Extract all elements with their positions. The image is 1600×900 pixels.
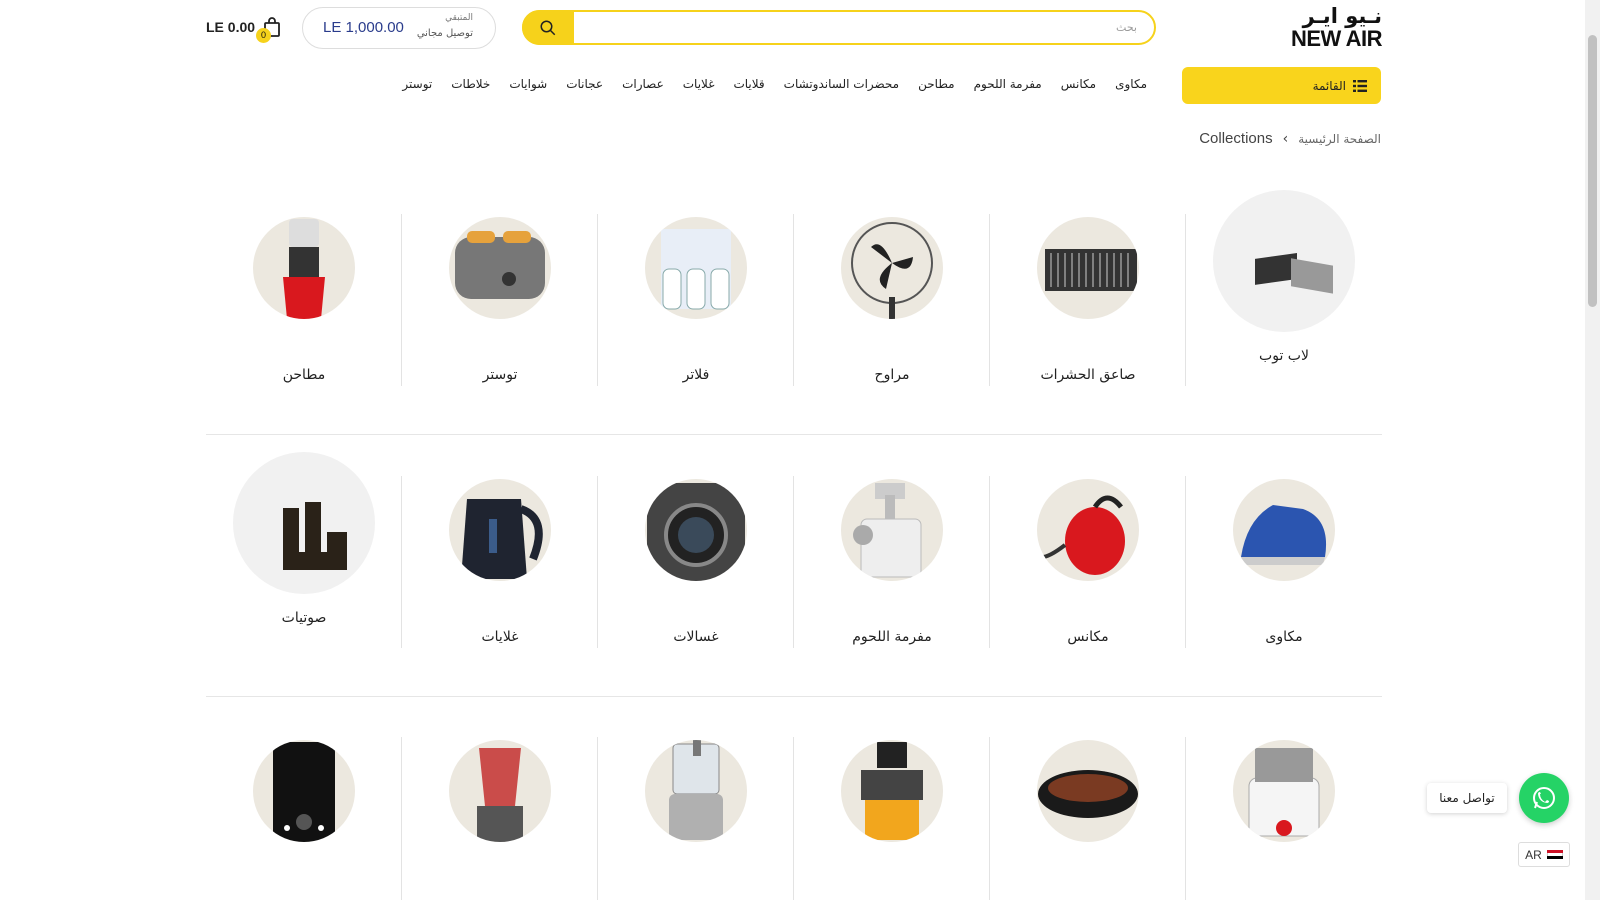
- column-separator: [793, 737, 794, 900]
- breadcrumb-current: Collections: [1199, 130, 1273, 147]
- water-heater-icon[interactable]: [253, 740, 355, 842]
- fan-icon[interactable]: [841, 217, 943, 319]
- nav-item[interactable]: قلايات: [733, 77, 764, 91]
- collection-title[interactable]: مفرمة اللحوم: [794, 629, 990, 645]
- egypt-flag-icon: [1546, 849, 1563, 860]
- nav-item[interactable]: مكانس: [1061, 77, 1096, 91]
- nav-item[interactable]: مكاوى: [1115, 77, 1147, 91]
- meat-grinder-icon[interactable]: [841, 479, 943, 581]
- nav-item[interactable]: عصارات: [622, 77, 664, 91]
- logo-arabic: نـيو ايـر: [1302, 4, 1382, 28]
- column-separator: [989, 737, 990, 900]
- collection-title[interactable]: مكاوى: [1186, 629, 1382, 645]
- column-separator: [401, 214, 402, 386]
- whatsapp-label[interactable]: تواصل معنا: [1427, 783, 1507, 813]
- collection-title[interactable]: مكانس: [990, 629, 1186, 645]
- menu-button-label: القائمة: [1312, 78, 1346, 93]
- column-separator: [1185, 737, 1186, 900]
- nav-item[interactable]: خلاطات: [451, 77, 490, 91]
- collection-title[interactable]: صاعق الحشرات: [990, 367, 1186, 383]
- shipping-remaining-amount: LE 1,000.00: [323, 19, 404, 36]
- collection-title[interactable]: صوتيات: [206, 610, 402, 626]
- column-separator: [401, 737, 402, 900]
- collection-title[interactable]: مراوح: [794, 367, 990, 383]
- column-separator: [597, 476, 598, 648]
- column-separator: [793, 214, 794, 386]
- search-bar: [522, 10, 1156, 45]
- collection-title[interactable]: فلاتر: [598, 367, 794, 383]
- grill-icon[interactable]: [1037, 740, 1139, 842]
- scrollbar[interactable]: [1585, 0, 1600, 900]
- cart[interactable]: LE 0.00 0: [204, 14, 284, 44]
- whatsapp-button[interactable]: [1519, 773, 1569, 823]
- iron-icon[interactable]: [1233, 479, 1335, 581]
- free-shipping-box: LE 1,000.00 المتبقي توصيل مجاني: [302, 7, 496, 49]
- fryer-icon[interactable]: [1233, 740, 1335, 842]
- column-separator: [1185, 214, 1186, 386]
- nav-item[interactable]: عجانات: [566, 77, 603, 91]
- vacuum-icon[interactable]: [1037, 479, 1139, 581]
- toaster-icon[interactable]: [449, 217, 551, 319]
- search-input[interactable]: [576, 12, 1151, 43]
- scrollbar-thumb[interactable]: [1588, 35, 1597, 307]
- collection-title[interactable]: مطاحن: [206, 367, 402, 383]
- chevron-left-icon: ‹: [1282, 130, 1289, 147]
- breadcrumb: الصفحة الرئيسية ‹ Collections: [1199, 130, 1381, 147]
- collection-title[interactable]: توستر: [402, 367, 598, 383]
- laptop-icon[interactable]: [1213, 190, 1355, 332]
- logo-english: NEW AIR: [1290, 26, 1383, 51]
- nav-item[interactable]: مفرمة اللحوم: [974, 77, 1042, 91]
- nav-item[interactable]: محضرات الساندوتشات: [784, 77, 899, 91]
- column-separator: [597, 214, 598, 386]
- categories-menu-button[interactable]: القائمة: [1182, 67, 1381, 104]
- whatsapp-icon: [1533, 787, 1555, 809]
- column-separator: [989, 476, 990, 648]
- cart-count-badge: 0: [256, 28, 271, 43]
- main-nav: توستر خلاطات شوايات عجانات عصارات غلايات…: [402, 77, 1147, 91]
- shipping-free-label: توصيل مجاني: [416, 28, 473, 39]
- nav-item[interactable]: غلايات: [683, 77, 715, 91]
- collection-title[interactable]: غلايات: [402, 629, 598, 645]
- column-separator: [597, 737, 598, 900]
- column-separator: [793, 476, 794, 648]
- nav-item[interactable]: توستر: [402, 77, 432, 91]
- site-logo[interactable]: نـيو ايـر NEW AIR: [1270, 4, 1383, 54]
- nav-item[interactable]: شوايات: [509, 77, 547, 91]
- row-divider: [206, 696, 1382, 697]
- collection-title[interactable]: غسالات: [598, 629, 794, 645]
- washing-machine-icon[interactable]: [645, 479, 747, 581]
- column-separator: [989, 214, 990, 386]
- cart-total: LE 0.00: [206, 19, 256, 35]
- search-button[interactable]: [522, 10, 574, 45]
- water-filter-icon[interactable]: [645, 217, 747, 319]
- shipping-remaining-label: المتبقي: [445, 13, 473, 23]
- search-icon: [540, 20, 556, 35]
- bug-zapper-icon[interactable]: [1037, 217, 1139, 319]
- speakers-icon[interactable]: [233, 452, 375, 594]
- language-label: AR: [1525, 847, 1542, 862]
- nav-item[interactable]: مطاحن: [918, 77, 954, 91]
- collection-title[interactable]: لاب توب: [1186, 348, 1382, 364]
- row-divider: [206, 434, 1382, 435]
- blender-icon[interactable]: [449, 740, 551, 842]
- breadcrumb-home[interactable]: الصفحة الرئيسية: [1298, 132, 1381, 146]
- juicer-icon[interactable]: [841, 740, 943, 842]
- food-processor-icon[interactable]: [645, 740, 747, 842]
- grinder-icon[interactable]: [253, 217, 355, 319]
- column-separator: [1185, 476, 1186, 648]
- language-switcher[interactable]: AR: [1518, 842, 1570, 867]
- list-icon: [1353, 79, 1367, 92]
- kettle-icon[interactable]: [449, 479, 551, 581]
